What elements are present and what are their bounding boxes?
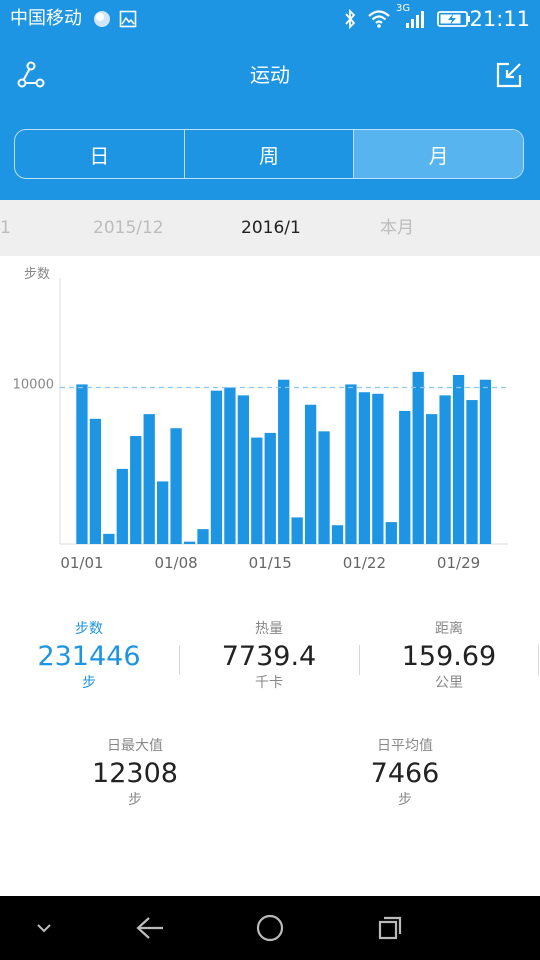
bar-01-28 [439,395,451,544]
month-previous[interactable]: 2015/12 [93,218,164,238]
x-tick-label: 01/08 [154,554,197,572]
bar-01-25 [399,411,411,544]
bar-01-01 [76,384,88,544]
bar-01-31 [479,379,492,544]
image-notification-icon [118,8,138,30]
y-tick-label: 10000 [13,378,54,393]
bar-01-08 [170,428,182,544]
bar-01-11 [210,390,223,544]
bar-01-03 [103,533,115,544]
bar-01-13 [237,395,249,544]
x-tick-label: 01/01 [60,554,103,572]
x-tick-label: 01/29 [437,554,480,572]
collapse-icon[interactable] [24,896,64,960]
bar-01-16 [278,379,290,544]
bar-01-26 [412,371,424,544]
carrier-name: 中国移动 [10,8,82,29]
bar-01-21 [345,384,357,544]
bluetooth-icon [340,8,360,30]
bar-01-27 [426,414,438,544]
status-time: 21:11 [469,7,530,31]
stat-divider [359,645,360,675]
recents-icon[interactable] [368,896,412,960]
stat-steps-unit: 步 [82,675,96,691]
bar-01-12 [224,387,236,544]
bar-01-20 [331,525,344,544]
y-axis-label: 步数 [24,267,50,282]
signal-icon [402,8,428,30]
stat-daily-max: 日最大值 12308 步 [55,737,215,809]
status-bar: 中国移动 3G 21:11 [0,0,540,38]
steps-bar-chart: 步数 10000 01/01 01/08 01/15 01/22 01/29 [13,267,508,572]
bar-01-14 [251,437,263,544]
bar-01-02 [89,418,102,544]
month-partial-left[interactable]: 1 [0,218,11,238]
bar-01-19 [318,431,330,544]
bar-01-30 [466,400,478,544]
page-title: 运动 [250,63,290,87]
month-navigator: 1 2015/12 2016/1 本月 [0,200,540,256]
x-tick-label: 01/15 [249,554,292,572]
stat-steps[interactable]: 步数 231446 步 [9,620,169,692]
stat-daily-avg-label: 日平均值 [377,738,433,754]
stat-daily-max-value: 12308 [92,758,178,789]
bar-01-09 [183,541,196,544]
period-tabs: 日 周 月 [14,129,524,179]
bar-01-17 [291,517,303,544]
month-current[interactable]: 2016/1 [241,218,301,238]
wifi-icon [366,8,392,30]
stat-distance-unit: 公里 [435,675,463,691]
stat-daily-avg: 日平均值 7466 步 [325,737,485,809]
stat-steps-value: 231446 [37,641,141,672]
stat-divider [179,645,180,675]
system-nav-bar [0,896,540,960]
bar-01-15 [264,432,276,544]
exit-icon[interactable] [492,58,526,92]
bar-01-04 [116,468,128,544]
bar-01-22 [358,392,371,544]
stat-daily-avg-unit: 步 [398,792,412,808]
stat-distance[interactable]: 距离 159.69 公里 [369,620,529,692]
tab-day[interactable]: 日 [15,130,185,178]
stat-steps-label: 步数 [75,621,103,637]
stat-distance-value: 159.69 [401,641,497,672]
weather-icon [92,8,112,30]
tab-month[interactable]: 月 [354,130,523,178]
stat-daily-max-unit: 步 [128,792,142,808]
x-tick-label: 01/22 [343,554,386,572]
stat-daily-max-label: 日最大值 [107,738,163,754]
steps-chart: 步数 10000 01/01 01/08 01/15 01/22 01/29 [0,256,540,586]
stat-calories-label: 热量 [255,621,283,637]
home-icon[interactable] [248,896,292,960]
month-next[interactable]: 本月 [380,218,414,238]
stat-daily-avg-value: 7466 [370,758,440,789]
bar-01-24 [385,522,397,544]
stat-calories-value: 7739.4 [221,641,317,672]
bar-01-10 [197,529,209,544]
bar-01-29 [452,375,465,544]
stat-distance-label: 距离 [435,621,463,637]
app-screen: 中国移动 3G 21:11 运动 日 周 月 1 2015/12 2016/1 … [0,0,540,960]
stat-calories-unit: 千卡 [255,675,283,691]
bar-01-07 [157,481,169,544]
app-header: 运动 日 周 月 [0,38,540,200]
stat-divider [538,645,539,675]
bar-01-18 [304,404,317,544]
back-icon[interactable] [128,896,172,960]
bar-01-23 [372,393,384,544]
battery-charging-icon [436,8,472,30]
tab-week[interactable]: 周 [185,130,355,178]
bar-01-05 [130,436,142,544]
stat-calories[interactable]: 热量 7739.4 千卡 [189,620,349,692]
bar-01-06 [143,414,155,544]
